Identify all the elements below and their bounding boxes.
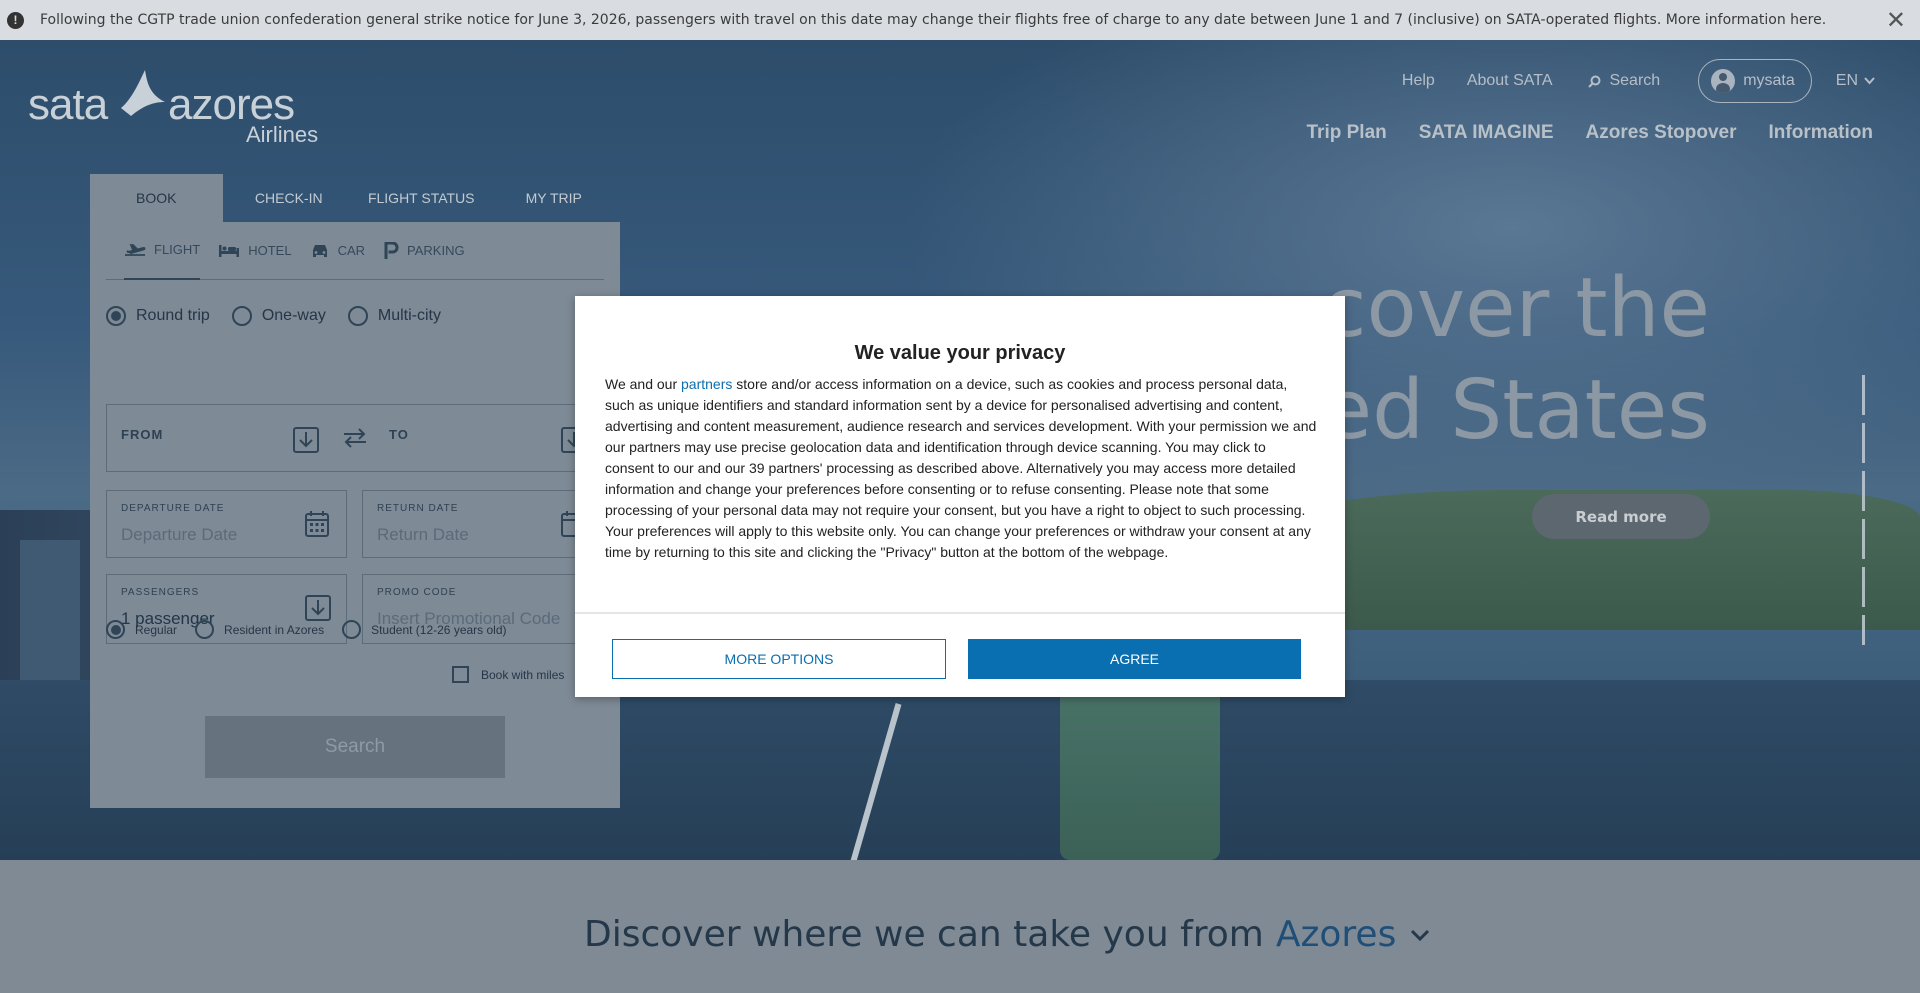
bed-icon (219, 244, 240, 257)
privacy-text-start: We and our (605, 376, 682, 392)
return-date-label: RETURN DATE (377, 503, 459, 514)
read-more-button[interactable]: Read more (1532, 494, 1710, 539)
booking-widget: BOOK CHECK-IN FLIGHT STATUS MY TRIP FLIG… (90, 174, 626, 808)
bird-icon (121, 70, 165, 116)
fare-type-resident[interactable]: Resident in Azores (195, 620, 324, 639)
booking-panel: FLIGHT HOTEL CAR PARKING Round trip One-… (90, 222, 626, 808)
trip-type-group: Round trip One-way Multi-city (106, 306, 463, 326)
nav-sata-imagine[interactable]: SATA IMAGINE (1419, 122, 1554, 144)
plane-icon (125, 243, 146, 256)
discover-heading: Discover where we can take you from Azor… (584, 914, 1430, 955)
privacy-title: We value your privacy (854, 342, 1066, 364)
fare-type-student[interactable]: Student (12-26 years old) (342, 620, 507, 639)
fare-type-label: Regular (135, 622, 178, 637)
subtab-flight-label: FLIGHT (154, 242, 201, 257)
subtab-car[interactable]: CAR (310, 222, 365, 280)
subtab-hotel-label: HOTEL (248, 243, 292, 258)
more-options-button[interactable]: MORE OPTIONS (612, 639, 946, 679)
trip-type-one-way[interactable]: One-way (231, 306, 326, 326)
notice-bar: ! Following the CGTP trade union confede… (0, 0, 1920, 40)
arrow-down-box-icon[interactable] (305, 595, 331, 621)
promo-code-label: PROMO CODE (377, 587, 457, 598)
booking-subtabs: FLIGHT HOTEL CAR PARKING (106, 222, 604, 280)
trip-type-label: One-way (261, 307, 326, 324)
discover-section: Discover where we can take you from Azor… (0, 860, 1920, 993)
book-with-miles-label: Book with miles (481, 667, 565, 682)
nav-trip-plan[interactable]: Trip Plan (1307, 122, 1387, 144)
radio-selected-icon (106, 620, 125, 639)
nav-azores-stopover[interactable]: Azores Stopover (1586, 122, 1737, 144)
return-date-input[interactable]: Return Date (377, 525, 469, 545)
slider-indicator[interactable] (1862, 375, 1865, 645)
trip-type-multi-city[interactable]: Multi-city (347, 306, 441, 326)
radio-selected-icon (106, 306, 126, 326)
subtab-parking[interactable]: PARKING (383, 222, 465, 280)
trip-type-label: Multi-city (377, 307, 441, 324)
radio-icon (342, 620, 362, 639)
tab-book[interactable]: BOOK (90, 174, 223, 222)
tab-check-in[interactable]: CHECK-IN (223, 174, 356, 222)
tab-my-trip[interactable]: MY TRIP (488, 174, 621, 222)
dialog-divider (575, 612, 1345, 614)
radio-icon (231, 306, 252, 326)
fare-type-group: Regular Resident in Azores Student (12-2… (106, 620, 525, 639)
calendar-icon[interactable] (305, 511, 329, 537)
discover-place-selector[interactable]: Azores (1276, 914, 1396, 955)
info-icon: ! (7, 11, 24, 29)
avatar-icon (1711, 69, 1736, 93)
sata-azores-logo[interactable]: sata azores Airlines (28, 68, 328, 148)
mysata-label: mysata (1743, 72, 1795, 89)
about-sata-link[interactable]: About SATA (1467, 72, 1553, 90)
language-label: EN (1835, 72, 1858, 89)
fare-type-label: Resident in Azores (224, 622, 325, 637)
logo-sata: sata (28, 80, 108, 129)
main-navigation: Trip Plan SATA IMAGINE Azores Stopover I… (1307, 122, 1874, 144)
fare-type-label: Student (12-26 years old) (371, 622, 507, 637)
radio-icon (347, 306, 368, 326)
privacy-consent-dialog: We value your privacy We and our partner… (575, 296, 1345, 697)
car-icon (312, 244, 327, 257)
passengers-label: PASSENGERS (121, 587, 200, 598)
chevron-down-icon (1864, 77, 1875, 85)
help-link[interactable]: Help (1402, 72, 1435, 90)
trip-type-label: Round trip (136, 307, 210, 324)
close-icon[interactable]: ✕ (1886, 6, 1906, 34)
discover-prefix: Discover where we can take you from (584, 914, 1264, 955)
search-link[interactable]: Search (1588, 72, 1660, 90)
search-label: Search (1609, 72, 1661, 89)
mysata-button[interactable]: mysata (1698, 59, 1812, 103)
subtab-flight[interactable]: FLIGHT (124, 222, 201, 280)
fare-type-regular[interactable]: Regular (106, 620, 177, 639)
trip-type-round-trip[interactable]: Round trip (106, 306, 210, 326)
from-label[interactable]: FROM (121, 427, 163, 442)
privacy-text: We and our partners store and/or access … (605, 374, 1317, 563)
arrow-down-box-icon[interactable] (293, 427, 319, 453)
nav-information[interactable]: Information (1769, 122, 1874, 144)
departure-date-label: DEPARTURE DATE (121, 503, 225, 514)
swap-icon[interactable] (342, 427, 368, 449)
subtab-car-label: CAR (337, 243, 366, 258)
privacy-text-rest: store and/or access information on a dev… (605, 376, 1317, 560)
parking-icon (384, 241, 399, 259)
language-selector[interactable]: EN (1836, 72, 1875, 90)
top-navigation: Help About SATA Search mysata EN (1370, 58, 1875, 104)
chevron-down-icon[interactable] (1410, 928, 1430, 942)
to-label[interactable]: TO (389, 427, 409, 442)
subtab-hotel[interactable]: HOTEL (218, 222, 292, 280)
search-flights-button[interactable]: Search (205, 716, 505, 778)
agree-button[interactable]: AGREE (968, 639, 1301, 679)
subtab-parking-label: PARKING (407, 243, 465, 258)
book-with-miles-checkbox[interactable]: Book with miles (452, 666, 564, 683)
logo-airlines: Airlines (246, 122, 319, 147)
from-to-field: FROM TO (106, 404, 626, 472)
tab-flight-status[interactable]: FLIGHT STATUS (355, 174, 488, 222)
search-icon (1588, 75, 1601, 88)
departure-date-field[interactable]: DEPARTURE DATE Departure Date (106, 490, 347, 558)
booking-tabs: BOOK CHECK-IN FLIGHT STATUS MY TRIP (90, 174, 620, 222)
radio-icon (195, 620, 215, 639)
departure-date-input[interactable]: Departure Date (121, 525, 237, 545)
partners-link[interactable]: partners (681, 376, 732, 392)
notice-text[interactable]: Following the CGTP trade union confedera… (40, 12, 1826, 28)
checkbox-icon (452, 666, 469, 683)
